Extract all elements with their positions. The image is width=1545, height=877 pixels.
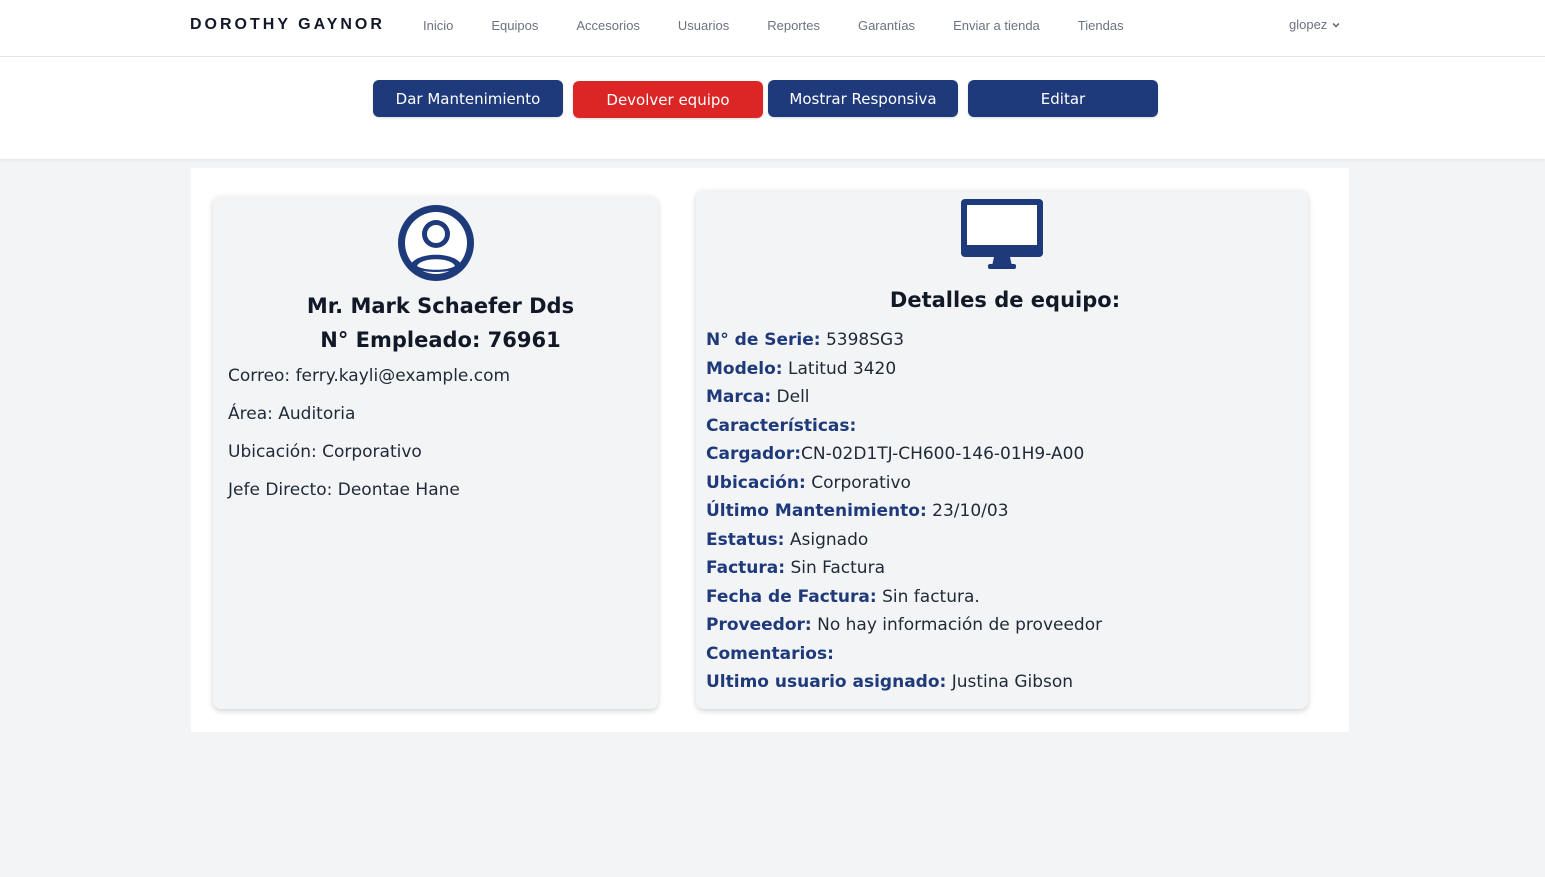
nav-link-equipos[interactable]: Equipos [491, 18, 538, 33]
edit-button[interactable]: Editar [968, 80, 1158, 117]
user-location: Ubicación: Corporativo [228, 442, 422, 462]
detail-invoice-date: Fecha de Factura: Sin factura. [706, 587, 980, 607]
top-navbar: DOROTHY GAYNOR Inicio Equipos Accesorios… [0, 0, 1545, 57]
detail-invoice: Factura: Sin Factura [706, 558, 885, 578]
detail-features: Características: [706, 416, 856, 436]
detail-label: Comentarios: [706, 643, 834, 664]
user-name: Mr. Mark Schaefer Dds [306, 294, 575, 318]
detail-value: Justina Gibson [946, 672, 1074, 692]
detail-label: Ubicación: [706, 472, 806, 493]
detail-value: Sin factura. [876, 586, 980, 607]
detail-value: Asignado [784, 529, 869, 550]
detail-label: Cargador: [706, 444, 802, 464]
content-panel: Mr. Mark Schaefer Dds N° Empleado: 76961… [191, 168, 1349, 732]
detail-charger: Cargador:CN-02D1TJ-CH600-146-01H9-A00 [706, 444, 1084, 464]
detail-label: Último Mantenimiento: [706, 501, 927, 521]
detail-value: Latitud 3420 [782, 358, 897, 379]
detail-value: Sin Factura [785, 558, 885, 578]
nav-link-usuarios[interactable]: Usuarios [678, 18, 729, 33]
user-avatar-icon [398, 205, 474, 281]
maintenance-button[interactable]: Dar Mantenimiento [373, 80, 563, 117]
detail-label: N° de Serie: [706, 330, 821, 350]
detail-label: Modelo: [706, 358, 783, 379]
detail-label: Proveedor: [706, 615, 812, 635]
detail-label: Factura: [706, 558, 786, 578]
user-email: Correo: ferry.kayli@example.com [228, 366, 511, 386]
employee-number: N° Empleado: 76961 [320, 328, 561, 352]
detail-label: Marca: [706, 387, 772, 407]
brand-logo[interactable]: DOROTHY GAYNOR [190, 16, 385, 34]
detail-last-user: Ultimo usuario asignado: Justina Gibson [706, 672, 1073, 692]
detail-supplier: Proveedor: No hay información de proveed… [706, 615, 1102, 635]
detail-brand: Marca: Dell [706, 387, 810, 407]
detail-value: 5398SG3 [820, 330, 905, 350]
equipment-card: Detalles de equipo: N° de Serie: 5398SG3… [696, 190, 1308, 709]
user-direct-boss: Jefe Directo: Deontae Hane [228, 480, 460, 500]
monitor-icon [961, 199, 1043, 269]
detail-location: Ubicación: Corporativo [706, 473, 911, 493]
chevron-down-icon [1332, 22, 1340, 28]
nav-link-reportes[interactable]: Reportes [767, 18, 820, 33]
detail-label: Fecha de Factura: [706, 586, 877, 607]
detail-value: CN-02D1TJ-CH600-146-01H9-A00 [801, 444, 1085, 464]
nav-link-tiendas[interactable]: Tiendas [1078, 18, 1124, 33]
user-menu-label: glopez [1289, 17, 1328, 32]
return-equipment-button[interactable]: Devolver equipo [573, 81, 763, 118]
nav-links: Inicio Equipos Accesorios Usuarios Repor… [423, 18, 1162, 33]
nav-link-enviar-a-tienda[interactable]: Enviar a tienda [953, 18, 1040, 33]
detail-value: 23/10/03 [926, 501, 1009, 521]
detail-comments: Comentarios: [706, 644, 834, 664]
detail-label: Características: [706, 415, 857, 436]
equipment-details-title: Detalles de equipo: [889, 288, 1121, 312]
nav-link-accesorios[interactable]: Accesorios [576, 18, 640, 33]
user-card: Mr. Mark Schaefer Dds N° Empleado: 76961… [213, 196, 658, 709]
show-responsive-button[interactable]: Mostrar Responsiva [768, 80, 958, 117]
user-menu-dropdown[interactable]: glopez [1289, 17, 1341, 32]
detail-value: No hay información de proveedor [811, 615, 1103, 635]
action-bar: Dar Mantenimiento Devolver equipo Mostra… [0, 57, 1545, 159]
nav-link-garantias[interactable]: Garantías [858, 18, 915, 33]
nav-link-inicio[interactable]: Inicio [423, 18, 453, 33]
user-area: Área: Auditoria [228, 404, 356, 424]
detail-status: Estatus: Asignado [706, 530, 868, 550]
detail-value: Corporativo [805, 472, 911, 493]
detail-model: Modelo: Latitud 3420 [706, 359, 896, 379]
detail-value: Dell [771, 387, 810, 407]
detail-last-maintenance: Último Mantenimiento: 23/10/03 [706, 501, 1009, 521]
detail-label: Ultimo usuario asignado: [706, 672, 947, 692]
detail-serial: N° de Serie: 5398SG3 [706, 330, 904, 350]
detail-label: Estatus: [706, 529, 785, 550]
